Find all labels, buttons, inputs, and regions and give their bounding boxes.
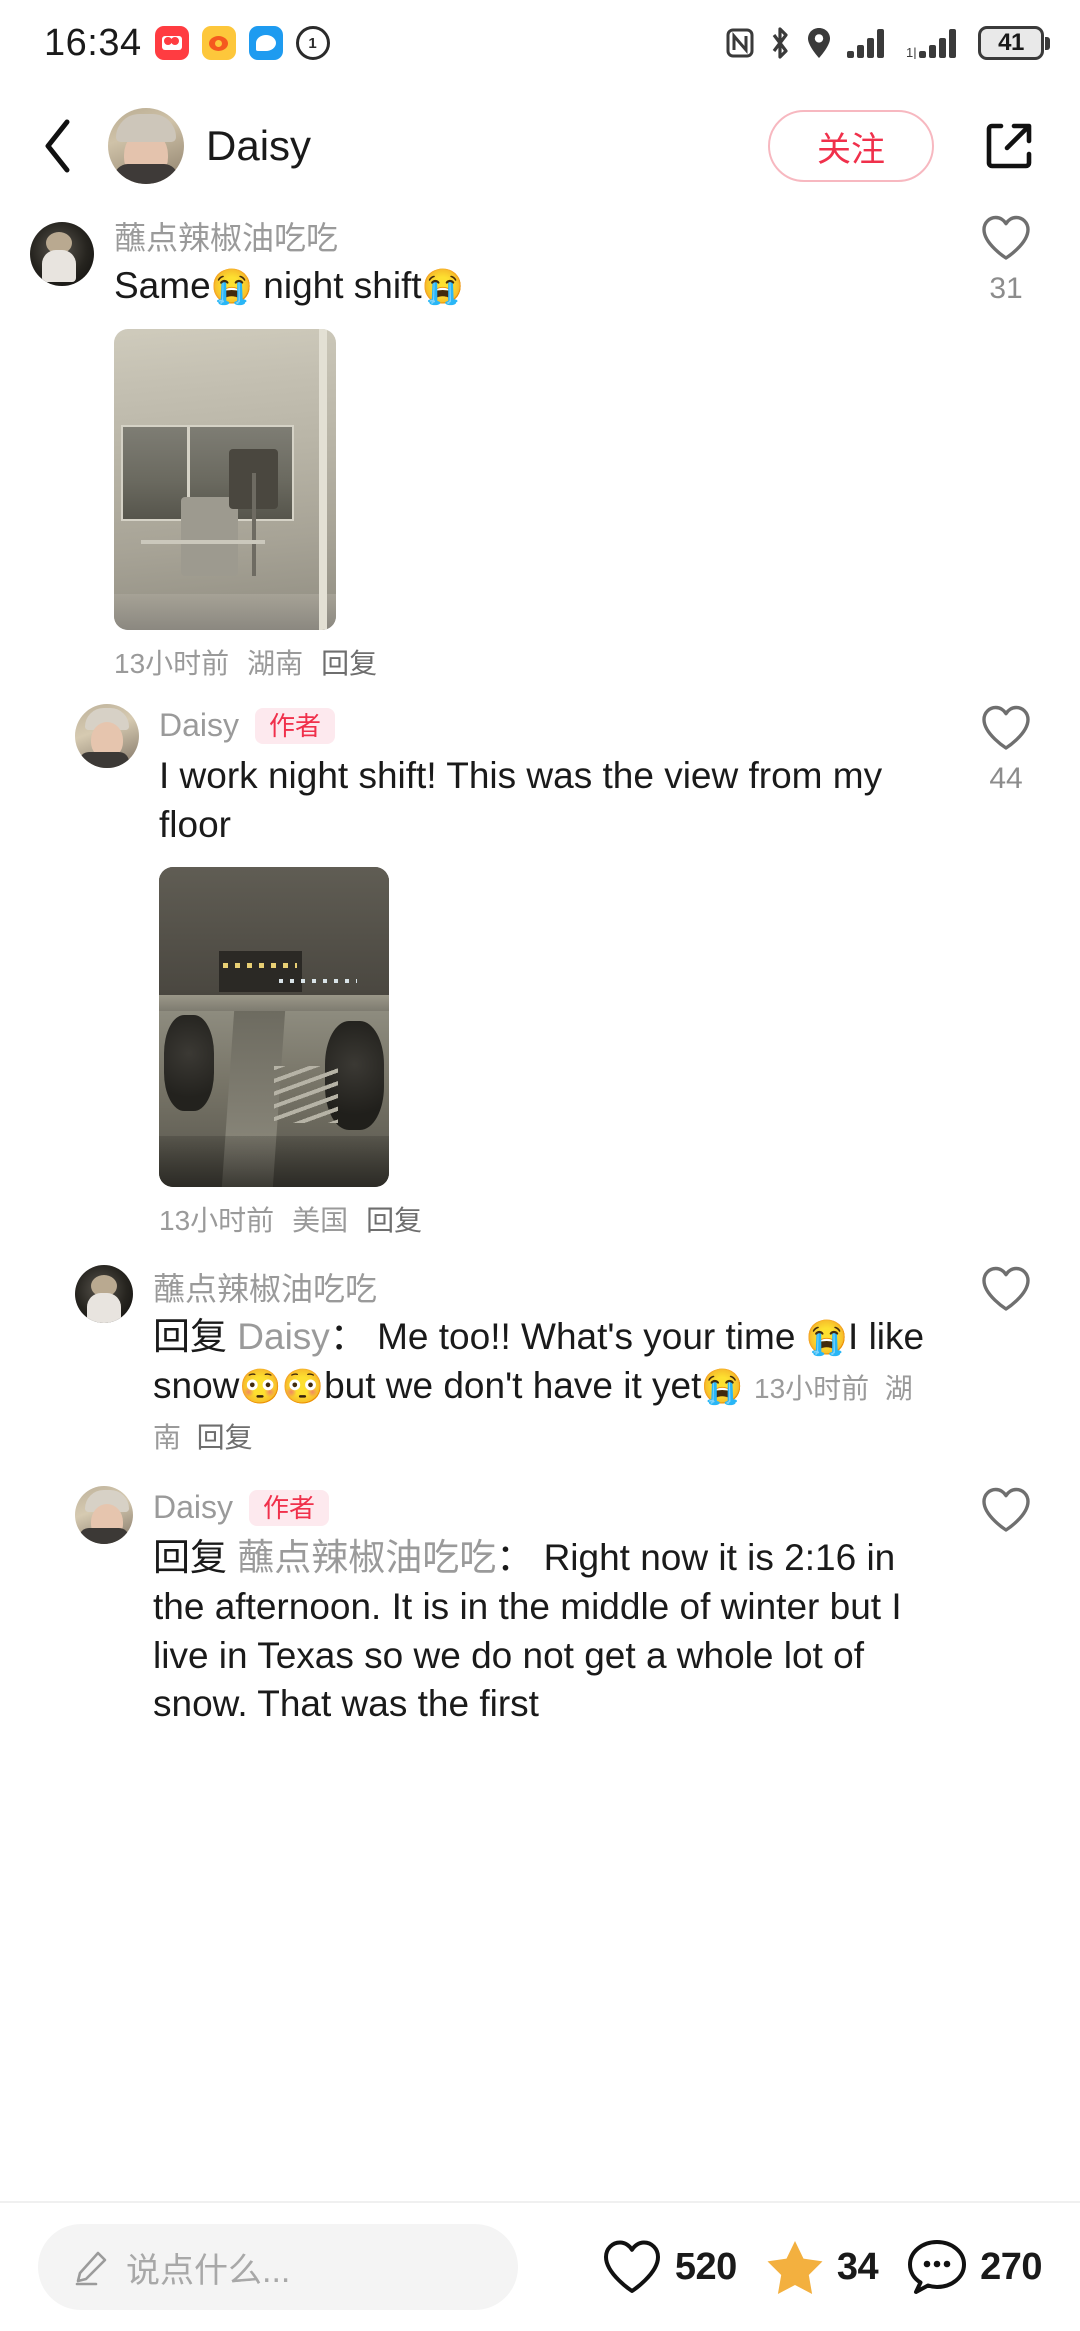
page-header: Daisy 关注: [0, 86, 1080, 206]
avatar[interactable]: [108, 108, 184, 184]
like-count: 520: [674, 2245, 737, 2288]
heart-icon: [982, 1487, 1030, 1532]
signal-1-icon: [847, 29, 884, 58]
comment-text: 回复 蘸点辣椒油吃吃： Right now it is 2:16 in the …: [153, 1534, 944, 1729]
comment-body: Daisy 作者 回复 蘸点辣椒油吃吃： Right now it is 2:1…: [133, 1482, 962, 1729]
action-buttons: 520 34 270: [601, 2238, 1042, 2296]
comment-time: 13小时前: [159, 1205, 275, 1237]
comment-item[interactable]: Daisy 作者 回复 蘸点辣椒油吃吃： Right now it is 2:1…: [0, 1460, 1080, 1729]
page-title: Daisy: [206, 122, 312, 169]
comment-location: 美国: [292, 1205, 349, 1237]
comment-text: 回复 Daisy： Me too!! What's your time 😭I l…: [153, 1316, 925, 1454]
app-screen: 16:34 1 1| 41 Daisy 关注 蘸点辣椒油吃吃 Same😭 nig…: [0, 0, 1080, 2331]
svg-text:1|: 1|: [906, 45, 917, 59]
comment-username[interactable]: 蘸点辣椒油吃吃: [153, 1264, 377, 1310]
heart-icon: [603, 2240, 660, 2293]
snowy-night-view-photo[interactable]: [159, 867, 389, 1188]
comment-avatar[interactable]: [75, 703, 139, 768]
comment-input-placeholder: 说点什么...: [126, 2251, 291, 2290]
nfc-icon: [726, 28, 754, 58]
favorite-button[interactable]: 34: [765, 2238, 879, 2296]
comment-button[interactable]: 270: [906, 2238, 1042, 2296]
pencil-icon: [75, 2251, 107, 2286]
heart-icon: [982, 705, 1030, 750]
comment-user-row: Daisy 作者: [153, 1482, 944, 1534]
comment-item[interactable]: 蘸点辣椒油吃吃 Same😭 night shift😭 13小时前 湖南 回复 3…: [0, 206, 1080, 682]
author-badge: 作者: [249, 1489, 330, 1526]
status-time: 16:34: [44, 21, 142, 64]
comment-username[interactable]: Daisy: [153, 1489, 233, 1526]
signal-2-icon: 1|: [906, 29, 956, 59]
star-icon: [767, 2241, 823, 2294]
reply-target[interactable]: 蘸点辣椒油吃吃: [237, 1537, 496, 1578]
reply-prefix: 回复: [153, 1536, 227, 1578]
comment-bubble-icon: [908, 2240, 967, 2294]
battery-indicator: 41: [978, 26, 1050, 60]
reply-colon: ：: [329, 1316, 367, 1358]
comment-meta: 13小时前 湖南 回复: [114, 642, 944, 682]
reply-prefix: 回复: [153, 1316, 227, 1358]
comment-body: Daisy 作者 I work night shift! This was th…: [139, 700, 962, 1240]
comment-location: 湖南: [247, 647, 304, 679]
comment-text: I work night shift! This was the view fr…: [159, 754, 883, 845]
weibo-icon: [201, 26, 236, 60]
comment-body: 蘸点辣椒油吃吃 回复 Daisy： Me too!! What's your t…: [133, 1261, 962, 1459]
comment-avatar[interactable]: [75, 1265, 133, 1324]
emoji-sob: 😭: [210, 268, 253, 306]
comment-avatar[interactable]: [75, 1485, 133, 1544]
reply-target[interactable]: Daisy: [237, 1316, 330, 1357]
comment-username[interactable]: 蘸点辣椒油吃吃: [114, 213, 338, 259]
heart-icon: [982, 1267, 1030, 1312]
like-button[interactable]: 520: [601, 2238, 737, 2296]
comment-input[interactable]: 说点什么...: [38, 2224, 518, 2310]
comment-body: 蘸点辣椒油吃吃 Same😭 night shift😭 13小时前 湖南 回复: [94, 210, 962, 682]
reply-colon: ：: [496, 1536, 534, 1578]
comment-time: 13小时前: [114, 647, 230, 679]
comment-item[interactable]: Daisy 作者 I work night shift! This was th…: [0, 682, 1080, 1240]
comment-like-count: 44: [989, 761, 1023, 795]
chevron-left-icon: [45, 119, 70, 173]
bottom-action-bar: 说点什么... 520 34 270: [0, 2201, 1080, 2331]
kuaishou-icon: [154, 26, 189, 60]
comment-count: 270: [980, 2245, 1042, 2288]
share-button[interactable]: [974, 111, 1044, 181]
comment-reply-button[interactable]: 回复: [197, 1422, 253, 1453]
emoji-sob: 😭: [805, 1319, 849, 1358]
favorite-count: 34: [836, 2245, 879, 2288]
comment-like-button[interactable]: [962, 1482, 1050, 1729]
comment-like-button[interactable]: 44: [962, 700, 1050, 1240]
comment-text: Same😭 night shift😭: [114, 265, 464, 306]
status-bar-right: 1| 41: [726, 26, 1050, 60]
comment-like-count: 31: [989, 272, 1023, 305]
back-button[interactable]: [30, 118, 86, 174]
status-bar: 16:34 1 1| 41: [0, 0, 1080, 86]
follow-button[interactable]: 关注: [768, 110, 934, 182]
comment-meta: 13小时前 美国 回复: [159, 1199, 944, 1239]
emoji-astonished: 😳😳: [239, 1368, 325, 1407]
emoji-sob: 😭: [421, 268, 464, 306]
heart-icon: [982, 215, 1030, 260]
bluetooth-icon: [772, 27, 788, 59]
comment-list[interactable]: 蘸点辣椒油吃吃 Same😭 night shift😭 13小时前 湖南 回复 3…: [0, 206, 1080, 2121]
hospital-window-photo[interactable]: [114, 328, 336, 630]
comment-like-button[interactable]: 31: [962, 210, 1050, 682]
comment-user-row: 蘸点辣椒油吃吃: [153, 1261, 944, 1313]
comment-reply-button[interactable]: 回复: [366, 1199, 422, 1239]
comment-reply-button[interactable]: 回复: [321, 642, 377, 682]
status-bar-left: 16:34 1: [44, 22, 330, 65]
comment-like-button[interactable]: [962, 1261, 1050, 1459]
comment-item[interactable]: 蘸点辣椒油吃吃 回复 Daisy： Me too!! What's your t…: [0, 1239, 1080, 1459]
emoji-sob: 😭: [701, 1368, 744, 1407]
comment-user-row: 蘸点辣椒油吃吃: [114, 210, 944, 262]
battery-level: 41: [998, 29, 1024, 56]
author-badge: 作者: [255, 707, 336, 744]
comment-time: 13小时前: [754, 1373, 870, 1405]
comment-avatar[interactable]: [30, 222, 94, 286]
comment-user-row: Daisy 作者: [159, 700, 944, 752]
location-icon: [808, 28, 830, 58]
message-icon: [248, 26, 283, 60]
comment-username[interactable]: Daisy: [159, 707, 239, 744]
share-icon: [986, 123, 1032, 169]
misc-circle-icon: 1: [295, 26, 330, 60]
